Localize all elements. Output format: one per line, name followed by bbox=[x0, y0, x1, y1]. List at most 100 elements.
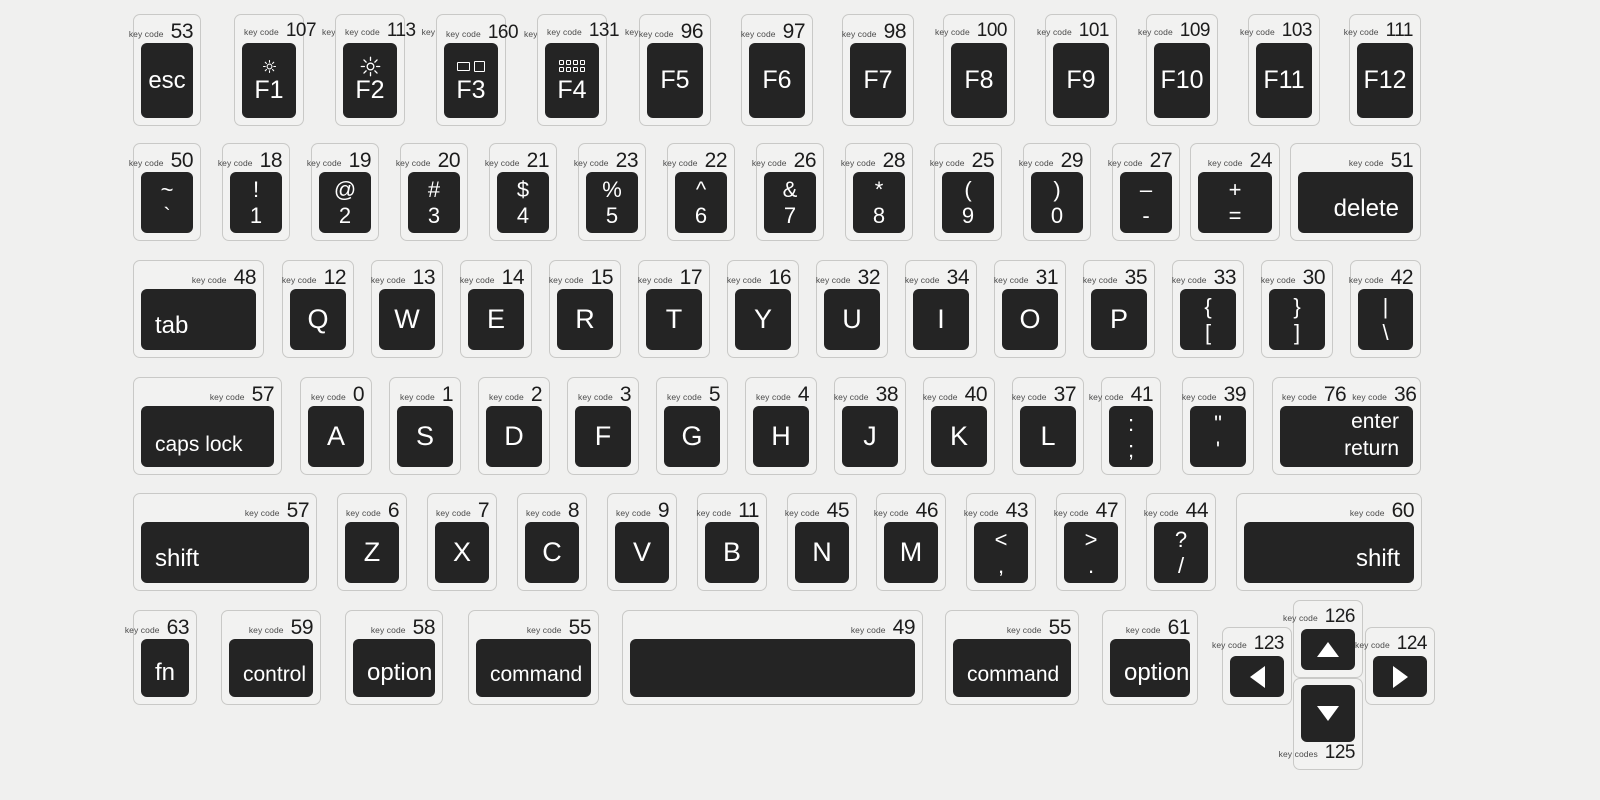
key-card-esc[interactable]: key code 53 esc bbox=[129, 14, 201, 126]
key-cap-grave[interactable]: ~ ` bbox=[141, 172, 193, 233]
key-cap-lshift[interactable]: shift bbox=[141, 522, 309, 583]
key-cap-s[interactable]: S bbox=[397, 406, 453, 467]
key-card-p[interactable]: key code 35 P bbox=[1083, 260, 1155, 358]
key-card-t[interactable]: key code 17 T bbox=[638, 260, 710, 358]
key-cap-comma[interactable]: <, bbox=[974, 522, 1028, 583]
key-cap-roption[interactable]: option bbox=[1110, 639, 1190, 697]
key-cap-j[interactable]: J bbox=[842, 406, 898, 467]
key-cap-v[interactable]: V bbox=[615, 522, 669, 583]
key-cap-y[interactable]: Y bbox=[735, 289, 791, 350]
key-card-fn[interactable]: key code 63 fn bbox=[125, 610, 197, 705]
key-cap-capslock[interactable]: caps lock bbox=[141, 406, 274, 467]
key-cap-five[interactable]: % 5 bbox=[586, 172, 638, 233]
key-card-f2[interactable]: key code113key code120F2 bbox=[335, 14, 494, 126]
key-card-f11[interactable]: key code 103 F11 bbox=[1240, 14, 1320, 126]
key-card-lshift[interactable]: key code 57 shift bbox=[133, 493, 317, 591]
key-card-f1[interactable]: key code107key code122F1 bbox=[234, 14, 395, 126]
key-card-lcontrol[interactable]: key code 59 control bbox=[221, 610, 321, 705]
key-cap-f6[interactable]: F6 bbox=[749, 43, 805, 118]
key-card-space[interactable]: key code 49 bbox=[622, 610, 923, 705]
key-card-six[interactable]: key code 22 ^ 6 bbox=[663, 143, 735, 241]
key-cap-f10[interactable]: F10 bbox=[1154, 43, 1210, 118]
key-card-rshift[interactable]: key code 60 shift bbox=[1236, 493, 1422, 591]
key-card-nine[interactable]: key code 25(9 bbox=[930, 143, 1002, 241]
key-card-r[interactable]: key code 15 R bbox=[549, 260, 621, 358]
key-card-minus[interactable]: key code 27– - bbox=[1108, 143, 1180, 241]
key-card-v[interactable]: key code 9 V bbox=[607, 493, 677, 591]
key-cap-rbracket[interactable]: }] bbox=[1269, 289, 1325, 350]
key-card-y[interactable]: key code 16 Y bbox=[727, 260, 799, 358]
key-card-grave[interactable]: key code 50 ~ ` bbox=[129, 143, 201, 241]
key-card-z[interactable]: key code 6 Z bbox=[337, 493, 407, 591]
key-card-q[interactable]: key code 12 Q bbox=[282, 260, 354, 358]
key-cap-seven[interactable]: & 7 bbox=[764, 172, 816, 233]
key-cap-i[interactable]: I bbox=[913, 289, 969, 350]
key-cap-six[interactable]: ^ 6 bbox=[675, 172, 727, 233]
key-card-m[interactable]: key code 46 M bbox=[874, 493, 946, 591]
key-card-n[interactable]: key code 45 N bbox=[785, 493, 857, 591]
key-cap-return[interactable]: enter return bbox=[1280, 406, 1413, 467]
key-cap-l[interactable]: L bbox=[1020, 406, 1076, 467]
key-cap-lcontrol[interactable]: control bbox=[229, 639, 313, 697]
key-cap-slash[interactable]: ? / bbox=[1154, 522, 1208, 583]
key-card-period[interactable]: key code 47 >. bbox=[1054, 493, 1126, 591]
key-cap-nine[interactable]: (9 bbox=[942, 172, 994, 233]
key-card-f4[interactable]: key code131key code118F4 bbox=[537, 14, 696, 126]
key-card-u[interactable]: key code 32 U bbox=[816, 260, 888, 358]
key-cap-g[interactable]: G bbox=[664, 406, 720, 467]
key-cap-space[interactable] bbox=[630, 639, 915, 697]
key-cap-h[interactable]: H bbox=[753, 406, 809, 467]
key-cap-r[interactable]: R bbox=[557, 289, 613, 350]
key-cap-four[interactable]: $4 bbox=[497, 172, 549, 233]
key-cap-up[interactable] bbox=[1301, 629, 1355, 670]
key-cap-fn[interactable]: fn bbox=[141, 639, 189, 697]
key-card-l[interactable]: key code 37 L bbox=[1012, 377, 1084, 475]
key-card-loption[interactable]: key code 58 option bbox=[345, 610, 443, 705]
key-card-one[interactable]: key code 18! 1 bbox=[218, 143, 290, 241]
key-card-x[interactable]: key code 7 X bbox=[427, 493, 497, 591]
key-card-left[interactable]: key code 123 bbox=[1212, 627, 1292, 705]
key-card-a[interactable]: key code 0 A bbox=[300, 377, 372, 475]
key-card-roption[interactable]: key code 61 option bbox=[1102, 610, 1198, 705]
key-card-semicolon[interactable]: key code 41:; bbox=[1089, 377, 1161, 475]
key-cap-f12[interactable]: F12 bbox=[1357, 43, 1413, 118]
key-cap-u[interactable]: U bbox=[824, 289, 880, 350]
key-card-four[interactable]: key code 21 $4 bbox=[485, 143, 557, 241]
key-card-f9[interactable]: key code 101 F9 bbox=[1037, 14, 1117, 126]
key-card-i[interactable]: key code 34 I bbox=[905, 260, 977, 358]
key-cap-q[interactable]: Q bbox=[290, 289, 346, 350]
key-cap-rcommand[interactable]: command bbox=[953, 639, 1071, 697]
key-cap-o[interactable]: O bbox=[1002, 289, 1058, 350]
key-cap-two[interactable]: @2 bbox=[319, 172, 371, 233]
key-card-rbracket[interactable]: key code 30}] bbox=[1261, 260, 1333, 358]
key-card-slash[interactable]: key code 44? / bbox=[1144, 493, 1216, 591]
key-cap-f5[interactable]: F5 bbox=[647, 43, 703, 118]
key-cap-n[interactable]: N bbox=[795, 522, 849, 583]
key-card-f12[interactable]: key code 111 F12 bbox=[1344, 14, 1421, 126]
key-cap-three[interactable]: #3 bbox=[408, 172, 460, 233]
key-cap-c[interactable]: C bbox=[525, 522, 579, 583]
key-cap-rshift[interactable]: shift bbox=[1244, 522, 1414, 583]
key-card-capslock[interactable]: key code 57 caps lock bbox=[133, 377, 282, 475]
key-cap-f3[interactable]: F3 bbox=[444, 43, 498, 118]
key-card-e[interactable]: key code 14 E bbox=[460, 260, 532, 358]
key-cap-semicolon[interactable]: :; bbox=[1109, 406, 1153, 467]
key-card-zero[interactable]: key code 29) 0 bbox=[1019, 143, 1091, 241]
key-cap-m[interactable]: M bbox=[884, 522, 938, 583]
key-cap-t[interactable]: T bbox=[646, 289, 702, 350]
key-card-backslash[interactable]: key code 42 | \ bbox=[1349, 260, 1421, 358]
key-card-lbracket[interactable]: key code 33{[ bbox=[1172, 260, 1244, 358]
key-card-f8[interactable]: key code 100 F8 bbox=[935, 14, 1015, 126]
key-cap-w[interactable]: W bbox=[379, 289, 435, 350]
key-cap-right[interactable] bbox=[1373, 656, 1427, 697]
key-cap-zero[interactable]: ) 0 bbox=[1031, 172, 1083, 233]
key-card-f3[interactable]: key code160key code99F3 bbox=[436, 14, 589, 126]
key-cap-loption[interactable]: option bbox=[353, 639, 435, 697]
key-cap-k[interactable]: K bbox=[931, 406, 987, 467]
key-card-up[interactable]: key code 126 bbox=[1283, 600, 1363, 678]
key-card-rcommand[interactable]: key code 55 command bbox=[945, 610, 1079, 705]
key-cap-e[interactable]: E bbox=[468, 289, 524, 350]
key-card-seven[interactable]: key code 26 & 7 bbox=[752, 143, 824, 241]
key-card-j[interactable]: key code 38 J bbox=[834, 377, 906, 475]
key-card-s[interactable]: key code 1 S bbox=[389, 377, 461, 475]
